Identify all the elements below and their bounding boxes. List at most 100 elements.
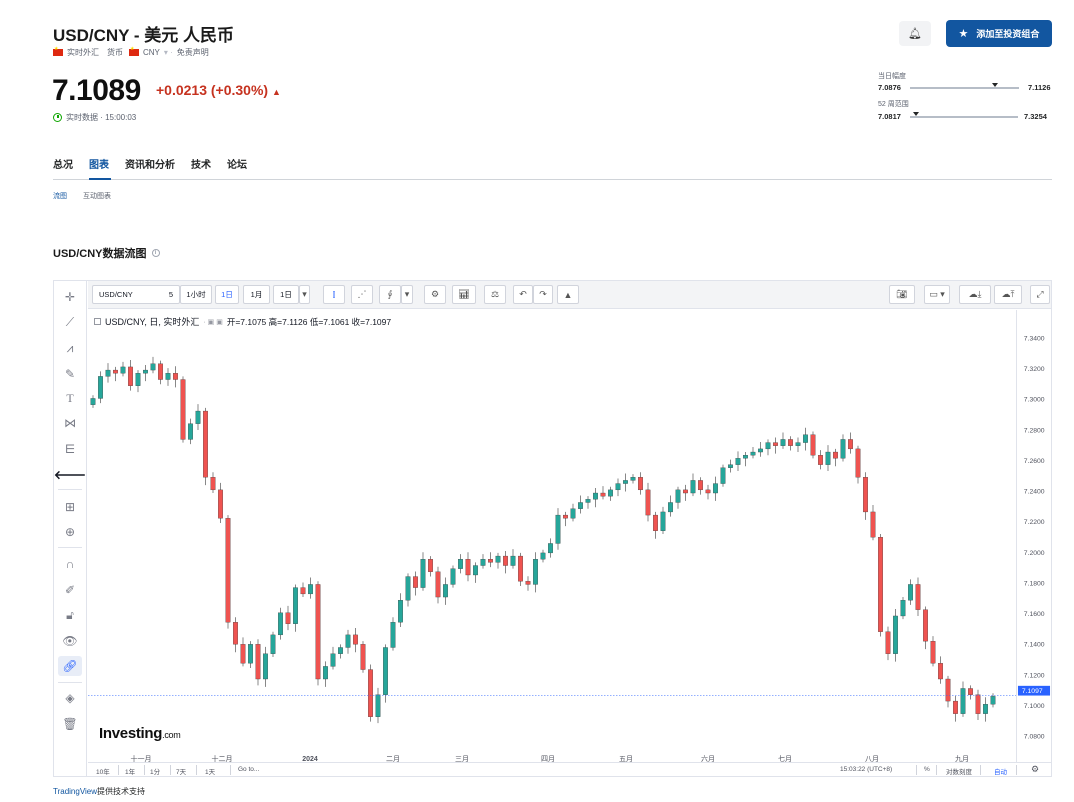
chevron-down-icon[interactable]: ▾	[299, 285, 310, 304]
log-scale-toggle[interactable]: 对数刻度	[946, 766, 972, 776]
y-tick-label: 7.1800	[1024, 580, 1045, 587]
add-to-portfolio-button[interactable]: ★ 添加至投资组合	[946, 20, 1052, 47]
range-1y[interactable]: 1年	[125, 766, 135, 776]
tab-news[interactable]: 资讯和分析	[125, 156, 175, 171]
fib-icon[interactable]: ⩘	[58, 338, 82, 358]
collapse-legend-icon[interactable]	[94, 318, 101, 325]
candle-body	[540, 552, 546, 560]
measure-icon[interactable]: ⊞	[58, 497, 82, 517]
candle-body	[698, 480, 703, 491]
candle-body	[810, 434, 816, 456]
tab-forum[interactable]: 论坛	[227, 156, 247, 171]
settings-gear-icon[interactable]: ⚙	[424, 285, 446, 304]
crosshair-icon[interactable]: ✛	[58, 287, 82, 307]
legend-mini-icons: · ▣ ▣	[203, 318, 223, 326]
disclaimer-link[interactable]: 免责声明	[177, 47, 209, 58]
interval-dropdown[interactable]: 1日	[273, 285, 299, 304]
candle-body	[863, 477, 868, 513]
clock-icon	[53, 113, 62, 122]
arrow-left-icon[interactable]: 🡐	[54, 464, 86, 484]
magnet-icon[interactable]: ∩	[58, 554, 82, 574]
indicators-icon[interactable]: ⨚	[379, 285, 401, 304]
interval-1h-button[interactable]: 1小时	[180, 285, 212, 304]
link-icon[interactable]: 🔗︎	[58, 656, 82, 676]
candle-body	[818, 455, 823, 465]
goto-date[interactable]: Go to...	[238, 766, 259, 773]
cloud-upload-icon[interactable]: ☁︎⤒	[994, 285, 1022, 304]
chevron-down-icon[interactable]: ▾	[401, 285, 413, 304]
balance-icon[interactable]: ⚖	[484, 285, 506, 304]
tab-chart[interactable]: 图表	[89, 156, 109, 171]
template-icon[interactable]: ▭ ▾	[924, 285, 950, 304]
range-1min[interactable]: 1分	[150, 766, 160, 776]
candle-body	[473, 565, 478, 576]
x-tick-label: 六月	[701, 754, 715, 762]
candle-body	[938, 663, 943, 680]
day-range-high: 7.1126	[1028, 83, 1051, 92]
candle-body	[555, 514, 561, 544]
price-axis[interactable]: 7.3400 7.3200 7.3000 7.2800 7.2600 7.2400 7.22…	[1016, 310, 1051, 762]
tradingview-link[interactable]: TradingView	[53, 787, 97, 796]
fullscreen-icon[interactable]: ⤢	[1030, 285, 1050, 304]
y-tick-label: 7.1600	[1024, 611, 1045, 618]
lock-icon[interactable]: 🔓︎	[58, 605, 82, 625]
x-tick-label: 二月	[386, 755, 400, 762]
realtime-label: 实时数据 · 15:00:03	[66, 113, 137, 122]
brush-icon[interactable]: ✎	[58, 364, 82, 384]
candle-body	[195, 410, 201, 424]
compare-icon[interactable]: 📊︎	[452, 285, 476, 304]
timezone-clock[interactable]: 15:03:22 (UTC+8)	[840, 766, 892, 773]
redo-icon[interactable]: ↷	[533, 285, 553, 304]
star-icon: ★	[958, 28, 969, 40]
camera-icon[interactable]: 📷︎	[889, 285, 915, 304]
forecast-icon[interactable]: ⋿	[58, 439, 82, 459]
candlestick-chart[interactable]: 十一月 十二月 2024 二月 三月 四月 五月 六月 七月 八月 九月	[88, 310, 1016, 762]
candle-body	[660, 511, 666, 531]
interval-1m-button[interactable]: 1月	[243, 285, 270, 304]
candle-body	[255, 644, 261, 680]
candle-body	[570, 508, 576, 519]
range-1d[interactable]: 1天	[205, 766, 215, 776]
interval-1d-button[interactable]: 1日	[215, 285, 239, 304]
candle-body	[705, 489, 711, 494]
instrument-tags: 实时外汇 货币 CNY ▾ · 免责声明	[53, 46, 209, 58]
divider	[196, 765, 197, 775]
subtab-streaming[interactable]: 流图	[53, 191, 67, 201]
candle-body	[495, 555, 501, 563]
alert-add-icon[interactable]: ▲	[557, 285, 579, 304]
tab-overview[interactable]: 总况	[53, 156, 73, 171]
pencil-lock-icon[interactable]: ✐	[58, 580, 82, 600]
layers-icon[interactable]: ◈	[58, 688, 82, 708]
drawing-toolbar: ✛ ⟋ ⩘ ✎ T ⋈ ⋿ 🡐 ⊞ ⊕ ∩ ✐ 🔓︎ 👁︎ 🔗︎ ◈ 🗑︎	[54, 281, 87, 776]
percent-toggle[interactable]: %	[924, 766, 930, 773]
symbol-search-box[interactable]: USD/CNY 5	[92, 285, 180, 304]
info-icon[interactable]: i	[151, 249, 160, 257]
candles-style-icon[interactable]: ⫿	[323, 285, 345, 304]
range-7d[interactable]: 7天	[176, 766, 186, 776]
text-icon[interactable]: T	[58, 388, 82, 408]
trend-line-icon[interactable]: ⟋	[58, 312, 82, 332]
candle-body	[878, 537, 883, 632]
subtab-interactive[interactable]: 互动图表	[83, 191, 111, 201]
candle-body	[525, 581, 531, 585]
area-style-icon[interactable]: ⋰	[351, 285, 373, 304]
y-tick-label: 7.3400	[1024, 335, 1045, 342]
pattern-icon[interactable]: ⋈	[58, 413, 82, 433]
candle-body	[773, 442, 778, 446]
tab-technical[interactable]: 技术	[191, 156, 211, 171]
eye-icon[interactable]: 👁︎	[58, 631, 82, 651]
alert-button[interactable]: 🔔︎	[899, 21, 931, 46]
logo-main: Investing	[99, 725, 163, 742]
trash-icon[interactable]: 🗑︎	[58, 714, 82, 734]
cloud-download-icon[interactable]: ☁︎⤓	[959, 285, 991, 304]
zoom-in-icon[interactable]: ⊕	[58, 522, 82, 542]
legend-ohlc: 开=7.1075 高=7.1126 低=7.1061 收=7.1097	[226, 316, 392, 327]
candle-body	[308, 584, 313, 595]
candle-body	[368, 669, 373, 717]
range-10y[interactable]: 10年	[96, 766, 110, 776]
candle-body	[960, 688, 966, 714]
settings-gear-icon[interactable]: ⚙	[1031, 764, 1039, 775]
undo-icon[interactable]: ↶	[513, 285, 533, 304]
y-tick-label: 7.0800	[1024, 734, 1045, 741]
auto-scale-toggle[interactable]: 自动	[994, 766, 1007, 776]
